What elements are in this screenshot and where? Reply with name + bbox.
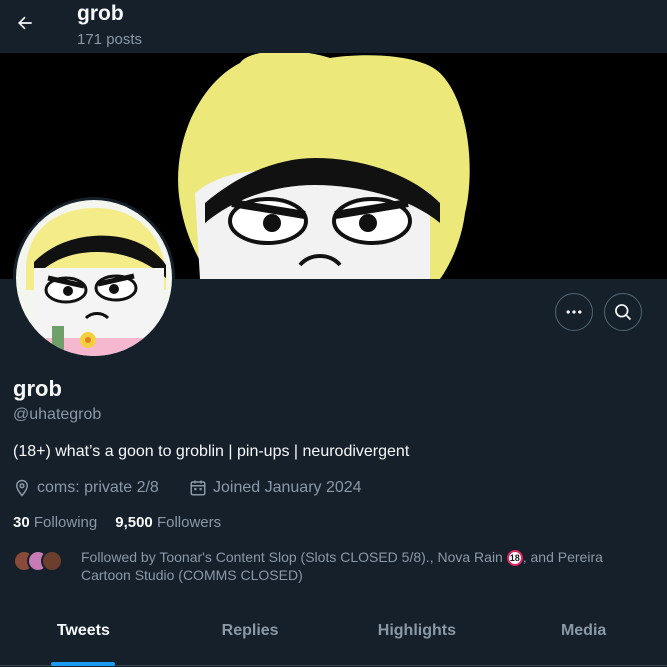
followers-label: Followers [156, 514, 222, 531]
tab-highlights[interactable]: Highlights [334, 603, 501, 665]
joined-text: Joined January 2024 [213, 479, 362, 496]
tab-label: Replies [221, 622, 279, 639]
display-name: grob [13, 376, 62, 401]
back-button[interactable] [10, 8, 40, 38]
followed-by-text: Followed by Toonar's Content Slop (Slots… [81, 548, 653, 584]
following-count: 30 [13, 514, 30, 531]
header-name: grob [77, 2, 124, 25]
avatar[interactable] [13, 197, 175, 359]
joined-info: Joined January 2024 [189, 479, 362, 497]
followers-link[interactable]: 9,500 Followers [115, 514, 221, 531]
more-button[interactable] [555, 293, 593, 331]
location-info: coms: private 2/8 [13, 479, 159, 497]
age-18-badge: 18 [506, 550, 523, 567]
top-bar: grob 171 posts [0, 0, 667, 53]
followed-by[interactable]: Followed by Toonar's Content Slop (Slots… [13, 548, 653, 584]
profile-tabs: Tweets Replies Highlights Media [0, 603, 667, 666]
active-tab-indicator [51, 662, 116, 666]
calendar-icon [190, 480, 206, 496]
tab-media[interactable]: Media [500, 603, 667, 665]
tab-label: Tweets [56, 622, 110, 639]
followers-count: 9,500 [115, 514, 153, 531]
arrow-left-icon [18, 16, 32, 30]
location-pin-icon [15, 479, 29, 497]
bio: (18+) what’s a goon to groblin | pin-ups… [13, 443, 410, 460]
tab-label: Highlights [377, 622, 456, 639]
avatar-image [16, 200, 172, 356]
following-link[interactable]: 30 Following [13, 514, 97, 531]
post-count: 171 posts [77, 31, 143, 48]
follow-counts: 30 Following 9,500 Followers [13, 514, 221, 531]
follower-avatars [13, 548, 69, 574]
search-button[interactable] [604, 293, 642, 331]
follower-avatar [41, 550, 63, 572]
tab-tweets[interactable]: Tweets [0, 603, 167, 666]
tab-replies[interactable]: Replies [167, 603, 334, 665]
followed-by-prefix: Followed by Toonar's Content Slop (Slots… [81, 549, 503, 565]
handle: @uhategrob [13, 406, 102, 423]
location-text: coms: private 2/8 [37, 479, 159, 496]
tab-label: Media [560, 622, 607, 639]
following-label: Following [33, 514, 98, 531]
more-dots-icon [566, 310, 582, 314]
search-icon [615, 304, 632, 321]
